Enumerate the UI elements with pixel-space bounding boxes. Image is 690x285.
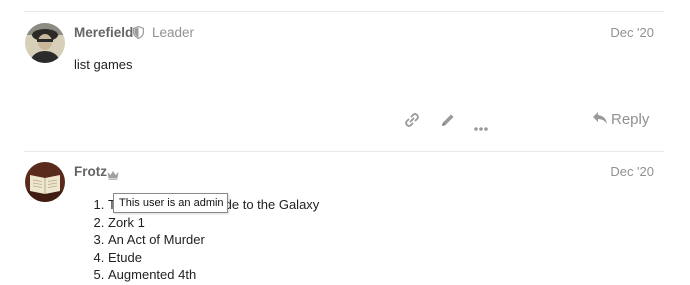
list-item: Zork 1 bbox=[108, 214, 319, 232]
username[interactable]: Merefield bbox=[74, 25, 133, 40]
post-date[interactable]: Dec '20 bbox=[610, 164, 654, 179]
username[interactable]: Frotz bbox=[74, 164, 107, 179]
post-actions: Reply bbox=[354, 110, 654, 132]
post-content: list games bbox=[74, 57, 133, 72]
avatar[interactable] bbox=[25, 23, 65, 63]
crown-icon bbox=[107, 167, 119, 185]
reply-label: Reply bbox=[611, 111, 650, 128]
user-title: Leader bbox=[152, 25, 195, 40]
avatar[interactable] bbox=[25, 162, 65, 202]
more-icon[interactable] bbox=[474, 118, 488, 136]
top-divider bbox=[24, 11, 664, 12]
list-item: Augmented 4th bbox=[108, 266, 319, 284]
reply-button[interactable]: Reply bbox=[592, 110, 649, 129]
reply-icon bbox=[592, 111, 608, 130]
post-divider bbox=[24, 151, 664, 152]
link-icon[interactable] bbox=[404, 112, 420, 133]
admin-tooltip: This user is an admin bbox=[113, 193, 228, 213]
post-date[interactable]: Dec '20 bbox=[610, 25, 654, 40]
list-item: Etude bbox=[108, 249, 319, 267]
list-item: An Act of Murder bbox=[108, 231, 319, 249]
shield-icon bbox=[132, 25, 145, 44]
pencil-icon[interactable] bbox=[440, 112, 456, 133]
